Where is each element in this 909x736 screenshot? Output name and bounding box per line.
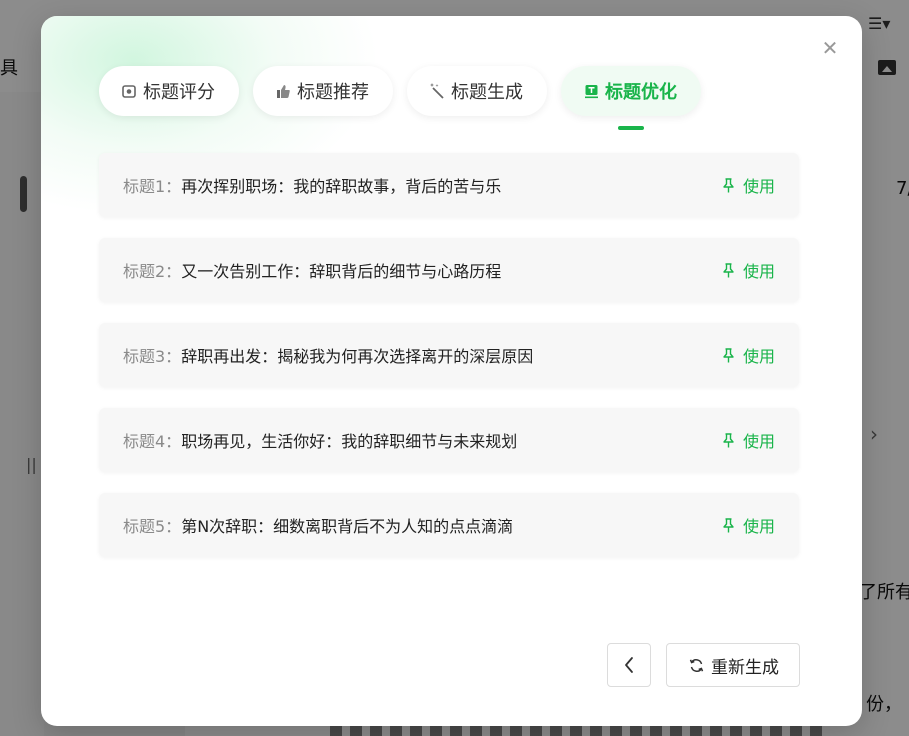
title-index-label: 标题4：	[123, 432, 182, 451]
tab-title-score[interactable]: 标题评分	[99, 66, 239, 116]
pin-icon	[723, 177, 734, 192]
title-item-text: 标题1：再次挥别职场：我的辞职故事，背后的苦与乐	[123, 173, 501, 197]
use-label: 使用	[742, 347, 775, 366]
use-title-button[interactable]: 使用	[722, 258, 775, 282]
list-item: 标题2：又一次告别工作：辞职背后的细节与心路历程 使用	[99, 238, 799, 302]
use-label: 使用	[742, 517, 775, 536]
optimize-icon	[583, 83, 599, 99]
regenerate-button[interactable]: 重新生成	[666, 643, 800, 687]
magic-wand-icon	[429, 83, 445, 99]
modal-footer: 重新生成	[607, 643, 800, 687]
title-item-text: 标题3：辞职再出发：揭秘我为何再次选择离开的深层原因	[123, 343, 533, 367]
tab-title-generate[interactable]: 标题生成	[407, 66, 547, 116]
tab-label: 标题推荐	[297, 82, 369, 103]
tab-label: 标题优化	[605, 82, 677, 103]
title-index-label: 标题1：	[123, 177, 182, 196]
pin-icon	[723, 517, 734, 532]
use-label: 使用	[742, 432, 775, 451]
title-text: 辞职再出发：揭秘我为何再次选择离开的深层原因	[181, 347, 534, 366]
pin-icon	[723, 347, 734, 362]
refresh-icon	[689, 658, 704, 672]
use-title-button[interactable]: 使用	[722, 343, 775, 367]
title-text: 第N次辞职：细数离职背后不为人知的点点滴滴	[181, 517, 514, 536]
title-list: 标题1：再次挥别职场：我的辞职故事，背后的苦与乐 使用 标题2：又一次告别工作：…	[99, 153, 799, 578]
pin-icon	[723, 432, 734, 447]
use-label: 使用	[742, 177, 775, 196]
list-item: 标题4：职场再见，生活你好：我的辞职细节与未来规划 使用	[99, 408, 799, 472]
list-item: 标题5：第N次辞职：细数离职背后不为人知的点点滴滴 使用	[99, 493, 799, 557]
list-item: 标题1：再次挥别职场：我的辞职故事，背后的苦与乐 使用	[99, 153, 799, 217]
close-icon[interactable]: ✕	[820, 38, 840, 58]
back-button[interactable]	[607, 643, 651, 687]
use-label: 使用	[742, 262, 775, 281]
score-icon	[121, 83, 137, 99]
tab-label: 标题评分	[143, 82, 215, 103]
title-item-text: 标题5：第N次辞职：细数离职背后不为人知的点点滴滴	[123, 513, 513, 537]
title-assistant-modal: ✕ 标题评分 标题推荐 标题生成 标题优化 标题1：再次挥别职场：我的辞职故事，…	[41, 16, 862, 726]
title-index-label: 标题3：	[123, 347, 182, 366]
title-text: 职场再见，生活你好：我的辞职细节与未来规划	[181, 432, 518, 451]
use-title-button[interactable]: 使用	[722, 428, 775, 452]
title-item-text: 标题4：职场再见，生活你好：我的辞职细节与未来规划	[123, 428, 517, 452]
pin-icon	[723, 262, 734, 277]
use-title-button[interactable]: 使用	[722, 513, 775, 537]
regenerate-label: 重新生成	[711, 657, 779, 678]
tab-bar: 标题评分 标题推荐 标题生成 标题优化	[99, 66, 701, 130]
tab-title-optimize[interactable]: 标题优化	[561, 66, 701, 130]
tab-title-recommend[interactable]: 标题推荐	[253, 66, 393, 116]
title-text: 又一次告别工作：辞职背后的细节与心路历程	[181, 262, 502, 281]
list-item: 标题3：辞职再出发：揭秘我为何再次选择离开的深层原因 使用	[99, 323, 799, 387]
tab-label: 标题生成	[451, 82, 523, 103]
title-item-text: 标题2：又一次告别工作：辞职背后的细节与心路历程	[123, 258, 501, 282]
title-index-label: 标题5：	[123, 517, 182, 536]
thumbs-up-icon	[275, 83, 291, 99]
active-tab-indicator	[618, 126, 644, 130]
chevron-left-icon	[625, 657, 633, 673]
use-title-button[interactable]: 使用	[722, 173, 775, 197]
title-index-label: 标题2：	[123, 262, 182, 281]
title-text: 再次挥别职场：我的辞职故事，背后的苦与乐	[181, 177, 502, 196]
